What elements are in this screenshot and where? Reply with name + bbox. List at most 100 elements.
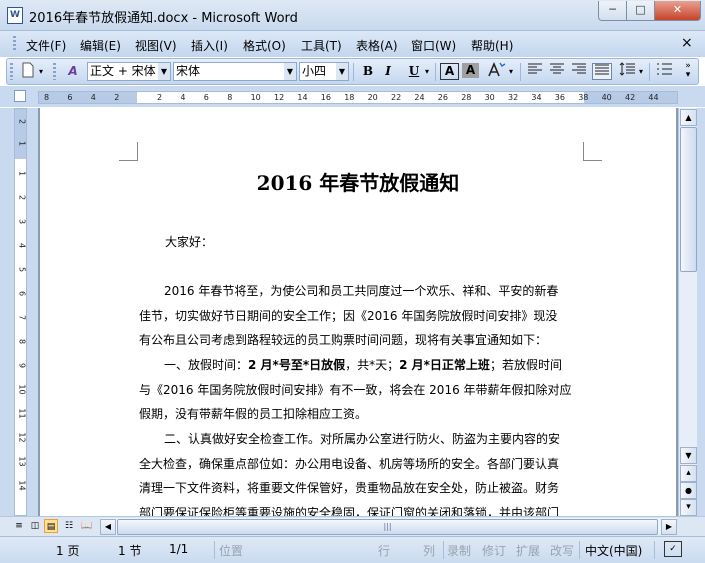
- tab-selector[interactable]: [14, 90, 26, 102]
- toolbar-grip[interactable]: [10, 63, 13, 80]
- text-line: 佳节，切实做好节日期间的安全工作；因《2016 年国务院放假时间安排》现没: [139, 308, 558, 323]
- status-record[interactable]: 录制: [447, 542, 471, 559]
- vertical-scroll-thumb[interactable]: [680, 127, 697, 272]
- chevron-down-icon[interactable]: ▼: [336, 63, 348, 80]
- menu-edit[interactable]: 编辑(E): [80, 37, 121, 54]
- status-separator: [214, 541, 215, 559]
- document-page[interactable]: 2016 年春节放假通知 大家好： 2016 年春节将至，为使公司和员工共同度过…: [40, 108, 676, 516]
- scroll-down-icon[interactable]: ▼: [680, 447, 697, 464]
- menubar-grip[interactable]: [13, 36, 16, 52]
- scroll-up-icon[interactable]: ▲: [680, 109, 697, 126]
- font-size-combo[interactable]: 小四 ▼: [299, 62, 349, 81]
- align-center-icon[interactable]: [547, 62, 567, 81]
- styles-icon[interactable]: A: [62, 62, 84, 81]
- spelling-grammar-status-icon[interactable]: ✓: [664, 541, 682, 557]
- ruler-left-margin: [39, 92, 137, 103]
- next-page-icon[interactable]: ▾: [680, 499, 697, 516]
- underline-button[interactable]: U: [405, 62, 423, 81]
- new-dropdown-icon[interactable]: ▾: [37, 62, 45, 81]
- ruler-tick-label: 30: [484, 93, 495, 102]
- status-section: 1 节: [118, 544, 142, 558]
- text-effects-icon[interactable]: [485, 61, 507, 81]
- word-doc-icon[interactable]: W: [7, 7, 23, 24]
- paragraph-safety-check: 二、认真做好安全检查工作。对所属办公室进行防火、防盗为主要内容的安 全大检查，确…: [139, 427, 587, 516]
- ruler-tick-label: 22: [391, 93, 402, 102]
- scroll-left-icon[interactable]: ◀: [100, 519, 116, 535]
- vertical-ruler-tick-label: 6: [17, 290, 27, 297]
- align-left-icon[interactable]: [525, 62, 545, 81]
- document-area[interactable]: 2016 年春节放假通知 大家好： 2016 年春节将至，为使公司和员工共同度过…: [38, 108, 678, 516]
- toolbar-options-icon[interactable]: » ▾: [681, 62, 695, 81]
- italic-button[interactable]: I: [379, 62, 397, 81]
- char-border-button[interactable]: A: [440, 63, 459, 80]
- vertical-ruler-tick-label: 2: [17, 118, 27, 125]
- align-right-icon[interactable]: [569, 62, 589, 81]
- menu-tools[interactable]: 工具(T): [301, 37, 342, 54]
- outline-view-icon[interactable]: ☷: [62, 519, 76, 533]
- ruler-tick-label: 6: [203, 93, 209, 102]
- vertical-scrollbar[interactable]: ▲ ▼ ▴ ● ▾: [678, 108, 698, 516]
- close-button[interactable]: ✕: [654, 1, 701, 21]
- menu-view[interactable]: 视图(V): [135, 37, 177, 54]
- horizontal-scrollbar[interactable]: ◀ ||| ▶: [100, 518, 677, 535]
- status-separator: [579, 541, 580, 559]
- style-combo[interactable]: 正文 + 宋体 ▼: [87, 62, 171, 81]
- text-span: 一、放假时间：: [164, 358, 249, 372]
- bold-button[interactable]: B: [359, 62, 377, 81]
- print-layout-icon[interactable]: ▤: [44, 519, 58, 533]
- status-language[interactable]: 中文(中国): [585, 542, 642, 559]
- previous-page-icon[interactable]: ▴: [680, 465, 697, 482]
- chevron-down-icon[interactable]: ▼: [284, 63, 296, 80]
- status-column: 列: [423, 544, 436, 558]
- horizontal-scroll-row: ≡ ◫ ▤ ☷ 📖 ◀ ||| ▶: [0, 516, 705, 536]
- status-revise[interactable]: 修订: [482, 542, 506, 559]
- font-size-value: 小四: [302, 64, 327, 78]
- status-overwrite[interactable]: 改写: [550, 542, 574, 559]
- toolbar-separator: [353, 63, 354, 81]
- ruler-tick-label: 24: [414, 93, 425, 102]
- text-effects-dropdown-icon[interactable]: ▾: [507, 62, 515, 81]
- line-spacing-icon[interactable]: [617, 62, 637, 81]
- maximize-button[interactable]: □: [626, 1, 655, 21]
- scroll-right-icon[interactable]: ▶: [661, 519, 677, 535]
- horizontal-ruler[interactable]: 8 6 4 2 2 4 6 8 10 12 14 16 18 20 22 24 26 28 30 32 34 36 38 40…: [38, 91, 678, 104]
- document-close-icon[interactable]: ×: [681, 35, 693, 51]
- ruler-tick-label: 12: [274, 93, 285, 102]
- greeting: 大家好：: [165, 235, 214, 249]
- toolbar-grip-2[interactable]: [53, 63, 56, 80]
- menu-insert[interactable]: 插入(I): [191, 37, 228, 54]
- ruler-tick-label: 40: [601, 93, 612, 102]
- minimize-button[interactable]: ─: [598, 1, 627, 21]
- ruler-tick-label: 18: [344, 93, 355, 102]
- text-line: 假期，没有带薪年假的员工扣除相应工资。: [139, 407, 368, 421]
- line-spacing-dropdown-icon[interactable]: ▾: [637, 62, 645, 81]
- ruler-tick-label: 32: [508, 93, 519, 102]
- char-shading-button[interactable]: A: [462, 63, 479, 78]
- reading-layout-icon[interactable]: 📖: [80, 519, 94, 533]
- vertical-ruler[interactable]: 2 1 1 2 3 4 5 6 7 8 9 10 11 12 13 14: [14, 108, 27, 516]
- menu-file[interactable]: 文件(F): [26, 37, 66, 54]
- web-layout-icon[interactable]: ◫: [28, 519, 42, 533]
- ruler-tick-label: 44: [648, 93, 659, 102]
- horizontal-scroll-thumb[interactable]: |||: [117, 519, 658, 535]
- new-document-icon[interactable]: [19, 62, 37, 81]
- menu-help[interactable]: 帮助(H): [471, 37, 513, 54]
- underline-dropdown-icon[interactable]: ▾: [423, 62, 431, 81]
- ruler-tick-label: 2: [114, 93, 120, 102]
- menu-format[interactable]: 格式(O): [243, 37, 286, 54]
- justify-icon[interactable]: [592, 63, 612, 80]
- chevron-down-icon[interactable]: ▼: [158, 63, 170, 80]
- toolbar-separator: [649, 63, 650, 81]
- title-bar: W 2016年春节放假通知.docx - Microsoft Word ─ □ …: [0, 0, 705, 31]
- font-combo[interactable]: 宋体 ▼: [173, 62, 297, 81]
- vertical-ruler-tick-label: 3: [17, 218, 27, 225]
- menu-table[interactable]: 表格(A): [356, 37, 398, 54]
- menu-window[interactable]: 窗口(W): [411, 37, 456, 54]
- vertical-ruler-tick-label: 12: [17, 432, 27, 443]
- ruler-tick-label: 14: [297, 93, 308, 102]
- status-extend[interactable]: 扩展: [516, 542, 540, 559]
- select-browse-object-icon[interactable]: ●: [680, 482, 697, 499]
- numbering-icon[interactable]: [654, 62, 674, 81]
- vertical-ruler-tick-label: 5: [17, 266, 27, 273]
- normal-view-icon[interactable]: ≡: [12, 519, 26, 533]
